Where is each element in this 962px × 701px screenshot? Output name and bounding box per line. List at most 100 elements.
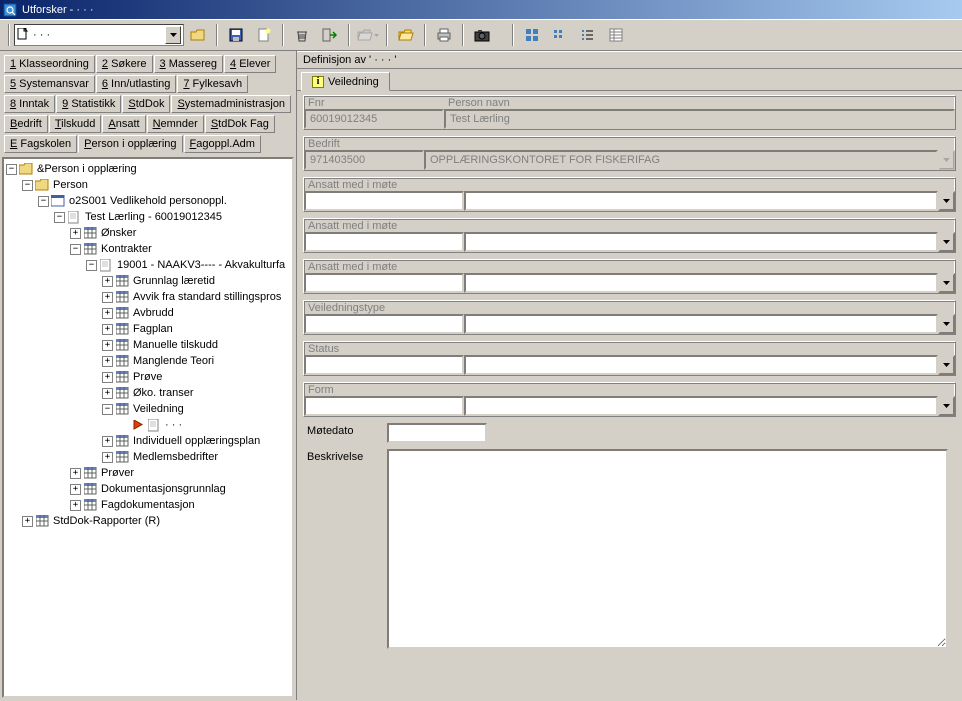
tree-row[interactable]: −&Person i opplæring (6, 161, 290, 177)
ansatt1-code[interactable] (304, 191, 464, 211)
nav-tab[interactable]: 3 Massereg (154, 55, 223, 73)
tree-expand-toggle[interactable]: + (102, 308, 113, 319)
nav-tab[interactable]: 1 Klasseordning (4, 55, 95, 73)
tree-expand-toggle[interactable]: + (102, 356, 113, 367)
nav-tab[interactable]: Fagoppl.Adm (184, 135, 261, 153)
status-code[interactable] (304, 355, 464, 375)
tree-row[interactable]: +Fagdokumentasjon (6, 497, 290, 513)
tree-expand-toggle[interactable]: + (102, 372, 113, 383)
tree-row[interactable]: +Avbrudd (6, 305, 290, 321)
tree-row[interactable]: +Manuelle tilskudd (6, 337, 290, 353)
tree-expand-toggle[interactable]: + (70, 228, 81, 239)
print-button[interactable] (432, 24, 456, 46)
exit-button[interactable] (318, 24, 342, 46)
veiltype-code[interactable] (304, 314, 464, 334)
tree-row[interactable]: +StdDok-Rapporter (R) (6, 513, 290, 529)
beskrivelse-textarea[interactable] (387, 449, 948, 649)
open-folder-button[interactable] (394, 24, 418, 46)
view-details-button[interactable] (604, 24, 628, 46)
nav-tab[interactable]: Tilskudd (49, 115, 102, 133)
tree-expand-toggle[interactable]: − (102, 404, 113, 415)
tree-expand-toggle[interactable]: + (102, 452, 113, 463)
ansatt3-dropdown[interactable] (938, 273, 955, 293)
nav-tab[interactable]: Person i opplæring (78, 135, 182, 153)
camera-button[interactable] (470, 24, 494, 46)
ansatt2-dropdown[interactable] (938, 232, 955, 252)
ansatt2-code[interactable] (304, 232, 464, 252)
view-large-button[interactable] (520, 24, 544, 46)
form-name[interactable] (464, 396, 938, 416)
tree-view[interactable]: −&Person i opplæring−Person−o2S001 Vedli… (2, 157, 294, 698)
view-small-button[interactable] (548, 24, 572, 46)
form-code[interactable] (304, 396, 464, 416)
tree-expand-toggle[interactable]: + (102, 388, 113, 399)
tree-row[interactable]: +Fagplan (6, 321, 290, 337)
status-dropdown[interactable] (938, 355, 955, 375)
nav-tab[interactable]: Nemnder (147, 115, 204, 133)
tree-row[interactable]: −Veiledning (6, 401, 290, 417)
tree-expand-toggle[interactable]: + (102, 324, 113, 335)
veiltype-name[interactable] (464, 314, 938, 334)
nav-tab[interactable]: E Fagskolen (4, 135, 77, 153)
tree-row[interactable]: +Øko. transer (6, 385, 290, 401)
tree-row[interactable]: −19001 - NAAKV3---- - Akvakulturfa (6, 257, 290, 273)
tree-expand-toggle[interactable]: − (6, 164, 17, 175)
tree-row[interactable]: +Prøver (6, 465, 290, 481)
tree-expand-toggle[interactable]: − (70, 244, 81, 255)
nav-tab[interactable]: 5 Systemansvar (4, 75, 95, 93)
tree-expand-toggle[interactable]: − (86, 260, 97, 271)
tab-veiledning[interactable]: i Veiledning (301, 72, 390, 91)
form-dropdown[interactable] (938, 396, 955, 416)
nav-tab[interactable]: Ansatt (102, 115, 145, 133)
nav-tab[interactable]: 7 Fylkesavh (177, 75, 248, 93)
motedato-input[interactable] (387, 423, 487, 443)
nav-tab[interactable]: StdDok (122, 95, 170, 113)
tree-row[interactable]: +Individuell opplæringsplan (6, 433, 290, 449)
nav-tab[interactable]: 4 Elever (224, 55, 276, 73)
tree-row[interactable]: +Grunnlag læretid (6, 273, 290, 289)
ansatt2-name[interactable] (464, 232, 938, 252)
view-list-button[interactable] (576, 24, 600, 46)
tree-expand-toggle[interactable]: + (22, 516, 33, 527)
tree-expand-toggle[interactable]: + (70, 500, 81, 511)
tree-expand-toggle[interactable]: − (22, 180, 33, 191)
tree-row[interactable]: +Manglende Teori (6, 353, 290, 369)
toolbar-context-dropdown[interactable]: · · · (14, 24, 184, 46)
tree-row[interactable]: +Ønsker (6, 225, 290, 241)
tree-expand-toggle[interactable]: + (102, 292, 113, 303)
ansatt1-name[interactable] (464, 191, 938, 211)
status-name[interactable] (464, 355, 938, 375)
ansatt1-dropdown[interactable] (938, 191, 955, 211)
ansatt3-code[interactable] (304, 273, 464, 293)
tree-expand-toggle[interactable]: + (102, 340, 113, 351)
tree-expand-toggle[interactable]: + (102, 436, 113, 447)
dropdown-arrow-button[interactable] (165, 26, 181, 44)
tree-row[interactable]: −o2S001 Vedlikehold personoppl. (6, 193, 290, 209)
nav-tab[interactable]: 2 Søkere (96, 55, 153, 73)
new-button[interactable] (252, 24, 276, 46)
open-button[interactable] (356, 24, 380, 46)
folder-up-button[interactable] (186, 24, 210, 46)
tree-expand-toggle[interactable]: + (70, 468, 81, 479)
tree-row[interactable]: +Prøve (6, 369, 290, 385)
tree-row[interactable]: +Dokumentasjonsgrunnlag (6, 481, 290, 497)
tree-expand-toggle[interactable]: − (54, 212, 65, 223)
tree-row[interactable]: · · · (6, 417, 290, 433)
tree-expand-toggle[interactable]: − (38, 196, 49, 207)
tree-row[interactable]: −Test Lærling - 60019012345 (6, 209, 290, 225)
ansatt3-name[interactable] (464, 273, 938, 293)
nav-tab[interactable]: Bedrift (4, 115, 48, 133)
tree-row[interactable]: +Medlemsbedrifter (6, 449, 290, 465)
tree-row[interactable]: −Person (6, 177, 290, 193)
nav-tab[interactable]: StdDok Fag (205, 115, 275, 133)
nav-tab[interactable]: Systemadministrasjon (171, 95, 291, 113)
tree-row[interactable]: −Kontrakter (6, 241, 290, 257)
tree-expand-toggle[interactable]: + (70, 484, 81, 495)
nav-tab[interactable]: 9 Statistikk (56, 95, 121, 113)
veiltype-dropdown[interactable] (938, 314, 955, 334)
nav-tab[interactable]: 8 Inntak (4, 95, 55, 113)
delete-button[interactable] (290, 24, 314, 46)
tree-expand-toggle[interactable]: + (102, 276, 113, 287)
save-button[interactable] (224, 24, 248, 46)
tree-row[interactable]: +Avvik fra standard stillingspros (6, 289, 290, 305)
